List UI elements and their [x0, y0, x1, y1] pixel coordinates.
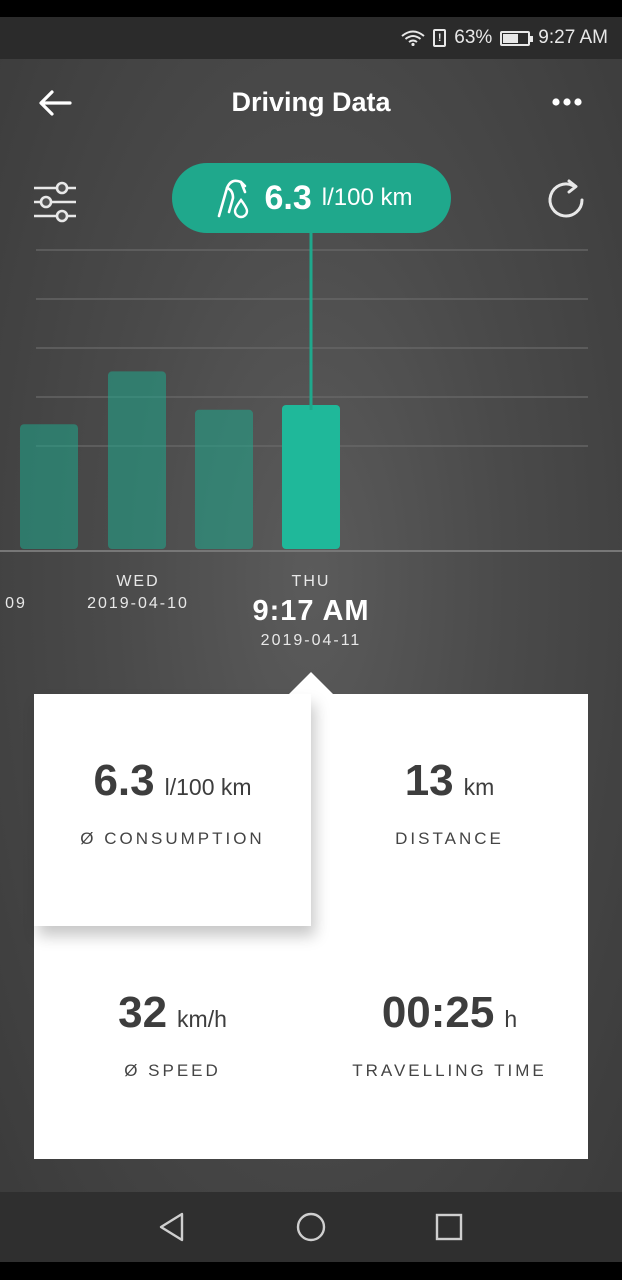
nav-back-icon[interactable] — [155, 1210, 189, 1244]
distance-label: DISTANCE — [395, 829, 504, 848]
travel-time-unit: h — [504, 1006, 518, 1032]
chart-bar-1[interactable] — [108, 371, 166, 549]
date-label-wed[interactable]: 2019-04-10 — [75, 595, 201, 613]
speed-label: Ø SPEED — [124, 1061, 221, 1080]
top-border — [0, 0, 622, 17]
distance-unit: km — [463, 774, 495, 800]
chart-bar-3[interactable] — [282, 405, 340, 549]
day-label-wed[interactable]: WED — [77, 573, 199, 591]
sliders-icon[interactable] — [32, 180, 78, 224]
consumption-bubble: 6.3 l/100 km — [172, 163, 451, 233]
app-screen: ! 63% 9:27 AM Driving Data 6.3 l/100 km … — [0, 17, 622, 1262]
date-label-prev[interactable]: 09 — [0, 595, 36, 613]
stat-speed: 32 km/h Ø SPEED — [34, 926, 311, 1158]
nav-recents-icon[interactable] — [432, 1210, 466, 1244]
battery-alert-icon: ! — [433, 29, 447, 47]
refresh-icon[interactable] — [543, 177, 589, 223]
wifi-icon — [401, 30, 425, 46]
battery-percent: 63% — [454, 27, 493, 48]
consumption-chart — [0, 227, 622, 552]
travel-time-label: TRAVELLING TIME — [352, 1061, 547, 1080]
app-header: Driving Data — [0, 59, 622, 149]
status-bar: ! 63% 9:27 AM — [0, 17, 622, 59]
consumption-unit: l/100 km — [164, 774, 252, 800]
clock: 9:27 AM — [538, 27, 608, 48]
stats-card: 6.3 l/100 km Ø CONSUMPTION 13 km DISTANC… — [34, 694, 588, 1159]
bubble-unit: l/100 km — [321, 184, 413, 211]
speed-unit: km/h — [177, 1006, 227, 1032]
consumption-label: Ø CONSUMPTION — [80, 829, 265, 848]
system-nav-bar — [0, 1192, 622, 1262]
travel-time-value: 00:25 — [381, 988, 495, 1037]
page-title: Driving Data — [231, 87, 391, 117]
battery-icon — [500, 30, 534, 46]
bottom-border — [0, 1262, 622, 1280]
date-label-thu[interactable]: 2019-04-11 — [249, 632, 373, 650]
day-label-thu[interactable]: THU — [250, 573, 372, 591]
distance-value: 13 — [404, 756, 454, 805]
bubble-value: 6.3 — [264, 178, 312, 217]
stat-travel-time: 00:25 h TRAVELLING TIME — [311, 926, 588, 1158]
nav-home-icon[interactable] — [294, 1210, 328, 1244]
speed-value: 32 — [118, 988, 168, 1037]
time-label-thu: 9:17 AM — [252, 595, 370, 627]
stat-consumption: 6.3 l/100 km Ø CONSUMPTION — [34, 694, 311, 926]
fuel-drop-icon — [217, 179, 248, 219]
chart-bar-2[interactable] — [195, 409, 253, 549]
card-pointer — [288, 672, 334, 695]
more-dots-icon[interactable] — [548, 87, 588, 117]
consumption-value: 6.3 — [93, 756, 155, 805]
stat-distance: 13 km DISTANCE — [311, 694, 588, 926]
chart-bar-0[interactable] — [20, 424, 78, 549]
